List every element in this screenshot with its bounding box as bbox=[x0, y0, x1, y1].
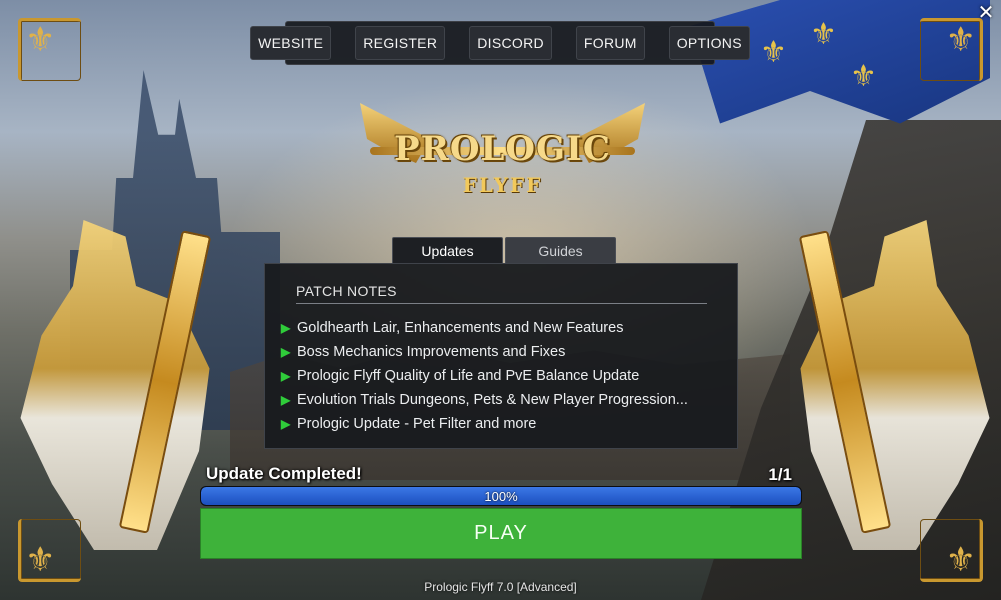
patch-notes-panel: PATCH NOTES ▶ Goldhearth Lair, Enhanceme… bbox=[264, 263, 738, 449]
patch-note-link[interactable]: ▶ Prologic Flyff Quality of Life and PvE… bbox=[281, 364, 688, 388]
tab-updates[interactable]: Updates bbox=[392, 237, 503, 264]
hero-character-left bbox=[10, 220, 220, 550]
patch-notes-divider bbox=[296, 303, 707, 304]
patch-note-link[interactable]: ▶ Goldhearth Lair, Enhancements and New … bbox=[281, 316, 688, 340]
fleur-de-lis-icon: ⚜ bbox=[945, 541, 976, 579]
patch-notes-list: ▶ Goldhearth Lair, Enhancements and New … bbox=[281, 316, 688, 436]
patch-notes-title: PATCH NOTES bbox=[296, 283, 397, 299]
logo-subtitle: FLYFF bbox=[462, 173, 543, 197]
options-button[interactable]: OPTIONS bbox=[668, 26, 750, 60]
patch-note-label: Prologic Update - Pet Filter and more bbox=[297, 416, 537, 432]
play-button[interactable]: PLAY bbox=[200, 508, 802, 559]
fleur-de-lis-icon: ⚜ bbox=[810, 18, 837, 51]
register-button[interactable]: REGISTER bbox=[355, 26, 446, 60]
fleur-de-lis-icon: ⚜ bbox=[25, 541, 56, 579]
patch-note-label: Boss Mechanics Improvements and Fixes bbox=[297, 344, 566, 360]
hero-character-right bbox=[790, 220, 1000, 550]
chevron-right-icon: ▶ bbox=[281, 321, 291, 335]
chevron-right-icon: ▶ bbox=[281, 345, 291, 359]
update-status-text: Update Completed! bbox=[206, 464, 362, 483]
client-version-label: Prologic Flyff 7.0 [Advanced] bbox=[424, 580, 577, 594]
patch-note-label: Goldhearth Lair, Enhancements and New Fe… bbox=[297, 320, 624, 336]
corner-ornament-bottom-left: ⚜ bbox=[18, 519, 81, 582]
patch-note-link[interactable]: ▶ Evolution Trials Dungeons, Pets & New … bbox=[281, 388, 688, 412]
corner-ornament-bottom-right: ⚜ bbox=[920, 519, 983, 582]
chevron-right-icon: ▶ bbox=[281, 393, 291, 407]
corner-ornament-top-right: ⚜ bbox=[920, 18, 983, 81]
corner-ornament-top-left: ⚜ bbox=[18, 18, 81, 81]
progress-percent-label: 100% bbox=[484, 488, 518, 504]
logo-title: PROLOGIC bbox=[394, 129, 611, 169]
patch-note-label: Evolution Trials Dungeons, Pets & New Pl… bbox=[297, 392, 688, 408]
fleur-de-lis-icon: ⚜ bbox=[760, 36, 787, 69]
chevron-right-icon: ▶ bbox=[281, 369, 291, 383]
update-file-count: 1/1 bbox=[768, 465, 792, 484]
game-logo: PROLOGIC FLYFF bbox=[360, 95, 645, 205]
patch-note-link[interactable]: ▶ Prologic Update - Pet Filter and more bbox=[281, 412, 688, 436]
close-icon[interactable]: ✕ bbox=[975, 2, 997, 24]
fleur-de-lis-icon: ⚜ bbox=[25, 21, 56, 59]
tab-guides[interactable]: Guides bbox=[505, 237, 616, 264]
chevron-right-icon: ▶ bbox=[281, 417, 291, 431]
fleur-de-lis-icon: ⚜ bbox=[945, 21, 976, 59]
website-button[interactable]: WEBSITE bbox=[250, 26, 332, 60]
forum-button[interactable]: FORUM bbox=[575, 26, 645, 60]
discord-button[interactable]: DISCORD bbox=[469, 26, 552, 60]
patch-note-link[interactable]: ▶ Boss Mechanics Improvements and Fixes bbox=[281, 340, 688, 364]
update-progress-bar: 100% bbox=[200, 486, 802, 506]
top-nav: WEBSITE REGISTER DISCORD FORUM OPTIONS bbox=[250, 21, 750, 65]
news-tabs: Updates Guides bbox=[392, 237, 616, 264]
fleur-de-lis-icon: ⚜ bbox=[850, 60, 877, 93]
patch-note-label: Prologic Flyff Quality of Life and PvE B… bbox=[297, 368, 640, 384]
